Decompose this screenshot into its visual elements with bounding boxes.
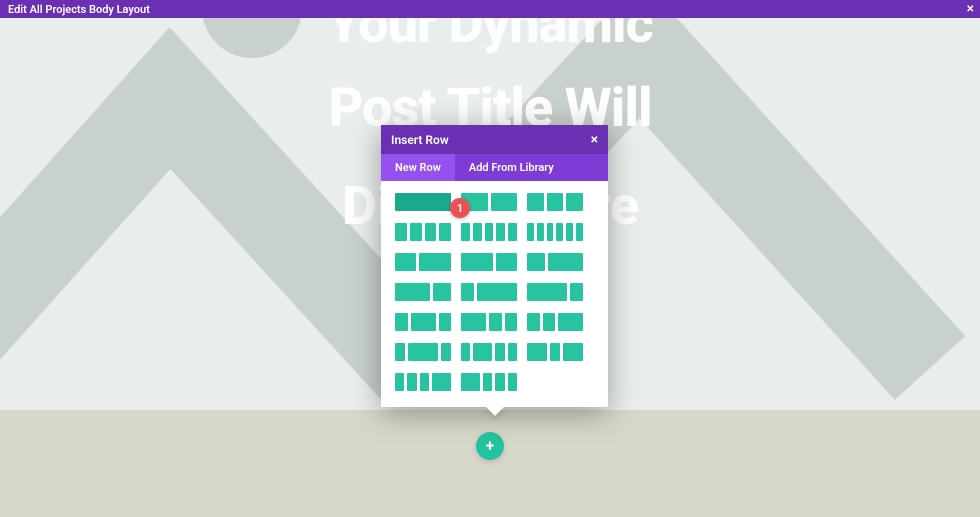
layout-row [395,373,594,391]
modal-arrow-icon [485,406,505,416]
layout-row [395,193,594,211]
step-marker-1: 1 [450,198,470,218]
plus-icon: + [486,438,495,454]
layout-1-4-1-4-1-2[interactable] [527,313,583,331]
layout-row [395,253,594,271]
close-icon[interactable]: × [967,2,974,16]
layout-2-5-3-5[interactable] [395,253,451,271]
tab-add-from-library[interactable]: Add From Library [455,154,568,181]
layout-5-col[interactable] [461,223,517,241]
layout-4-col-asym-b[interactable] [461,373,517,391]
layout-row [395,283,594,301]
modal-tabs: New Row Add From Library [381,154,608,181]
layout-1-col[interactable] [395,193,451,211]
layout-row [395,343,594,361]
layout-2-3-1-3[interactable] [395,283,451,301]
hero-line-1: Your Dynamic [0,18,980,56]
modal-header: Insert Row × [381,125,608,154]
layout-row [395,313,594,331]
layout-1-5-3-5-1-5[interactable] [395,343,451,361]
layout-3-4-1-4[interactable] [527,283,583,301]
layout-3-col[interactable] [527,193,583,211]
layout-3-5-2-5[interactable] [461,253,517,271]
layout-1-3-2-3[interactable] [527,253,583,271]
tab-new-row[interactable]: New Row [381,154,455,181]
layout-3-5-1-5-1-5[interactable] [461,343,517,361]
add-row-button[interactable]: + [476,432,504,460]
layout-4-col-asym-a[interactable] [395,373,451,391]
layout-4-col[interactable] [395,223,451,241]
layout-1-6-1-6-1-6-1-2[interactable] [527,343,583,361]
layout-1-4-3-4[interactable] [461,283,517,301]
topbar-title: Edit All Projects Body Layout [8,3,150,16]
modal-body [381,181,608,407]
layout-row [395,223,594,241]
lower-section [0,410,980,517]
modal-title: Insert Row [391,133,449,147]
insert-row-modal: Insert Row × New Row Add From Library [381,125,608,407]
layout-1-4-1-2-1-4[interactable] [395,313,451,331]
layout-6-col[interactable] [527,223,583,241]
layout-1-2-1-4-1-4[interactable] [461,313,517,331]
edit-layout-topbar: Edit All Projects Body Layout × [0,0,980,18]
close-icon[interactable]: × [591,132,598,148]
